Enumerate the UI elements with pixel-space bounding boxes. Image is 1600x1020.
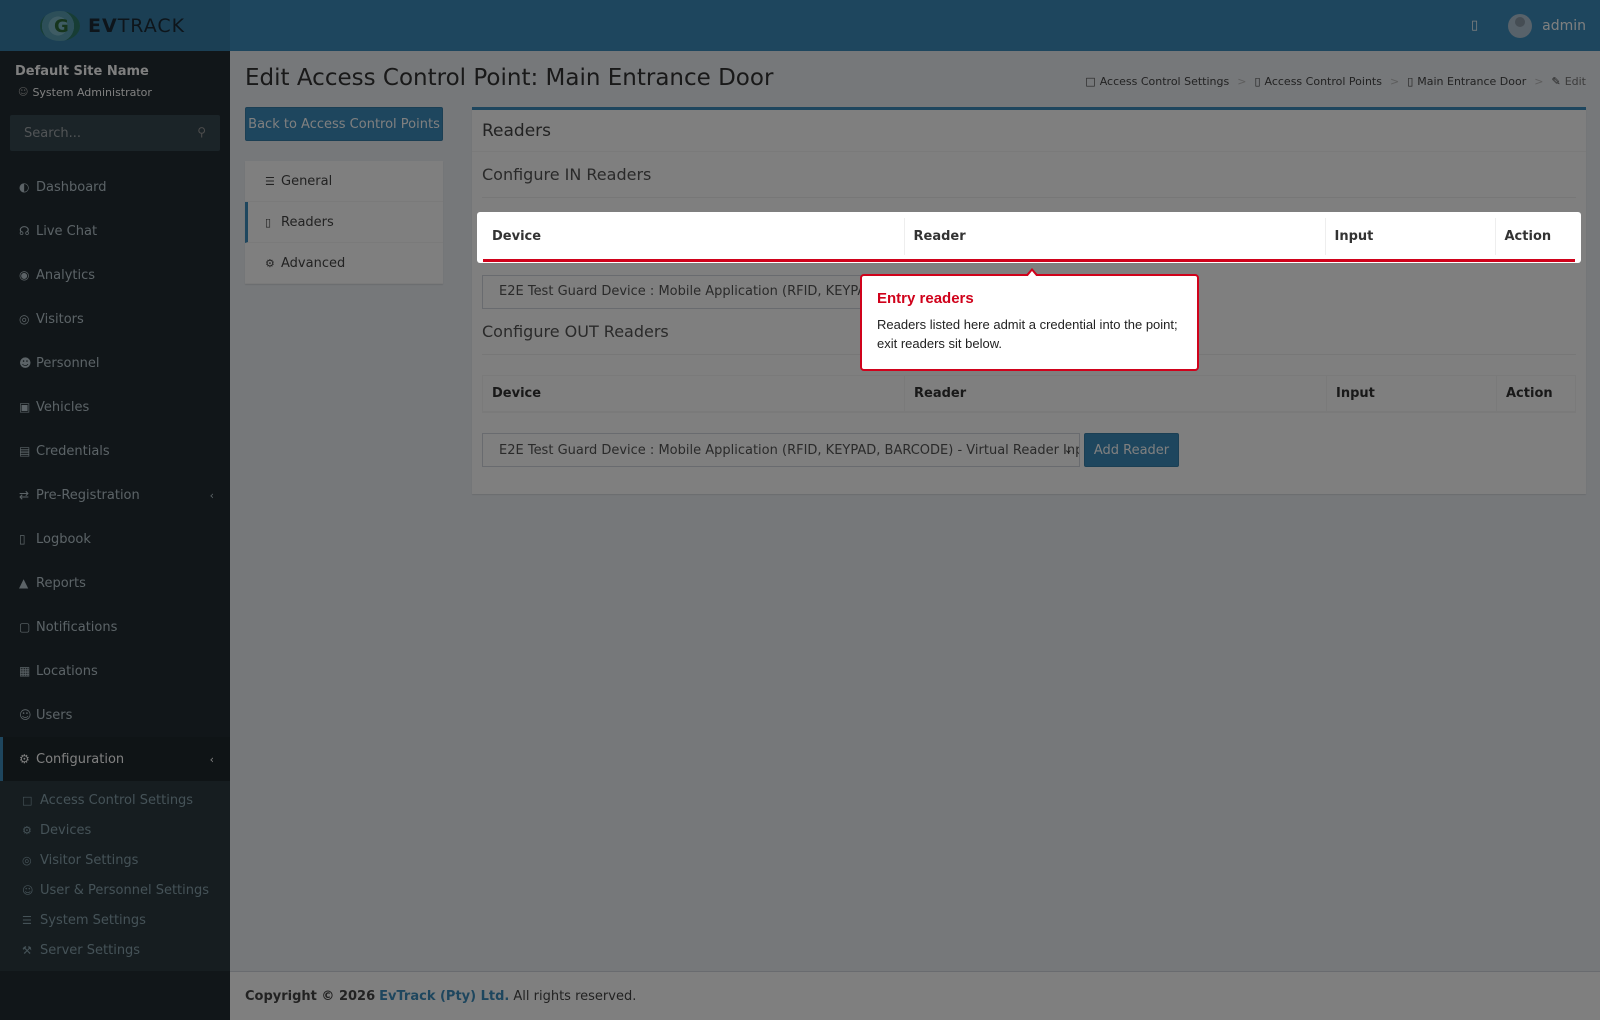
column-header: Device [483,218,905,255]
column-header: Action [1504,229,1552,244]
tooltip-title: Entry readers [877,290,974,307]
tooltip-body: Readers listed here admit a credential i… [877,317,1178,351]
tour-tooltip: Entry readers Readers listed here admit … [860,268,1199,371]
column-header: Input [1325,218,1496,255]
highlighted-in-readers-header: Device Reader Input Action [477,212,1581,263]
highlight-underline [483,259,1575,262]
overlay-backdrop [0,0,1600,1020]
column-header: Reader [904,218,1326,255]
